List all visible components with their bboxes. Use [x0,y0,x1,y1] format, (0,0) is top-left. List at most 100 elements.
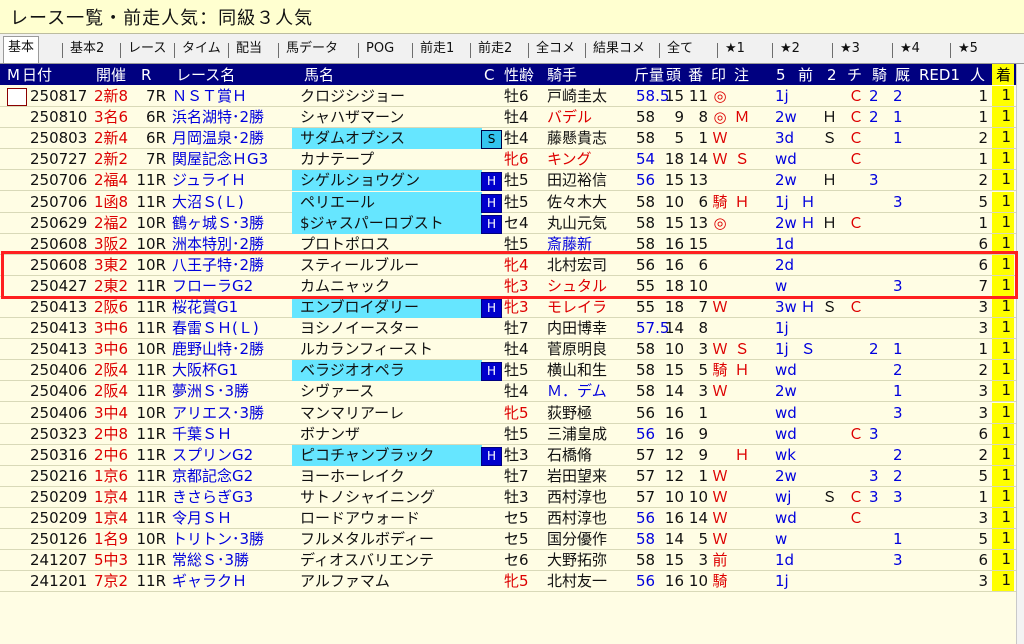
col-header-sex-age[interactable]: 性齢 [504,65,534,85]
heads-cell: 15 [664,361,684,380]
tab-2[interactable]: レース [124,38,170,60]
venue-cell: 1京4 [94,509,129,527]
col5-cell: 1j [775,87,789,105]
tab-4[interactable]: 配当 [232,38,266,60]
table-row[interactable]: 250406 3中4 10R アリエス･3勝 マンマリアーレ 牝5 荻野極 56 16 1 wd 3 3… [0,402,1024,424]
table-row[interactable]: 250803 2新4 6R 月岡温泉･2勝 サダムオプシス S 牡4 藤懸貴志 58 5 1 Ｗ 3d Ｓ… [0,128,1024,150]
col-header-date[interactable]: 日付 [22,65,52,85]
table-row[interactable]: 250727 2新2 7R 関屋記念ＨG3 カナテープ 牝6 キング 54 18 14 Ｗ Ｓwd Ｃ 1… [0,149,1024,171]
mark-cell: Ｗ [712,150,728,169]
horse-name-cell: プロトポロス [300,234,391,253]
race-name-cell: ギャラクＨ [172,572,248,591]
table-row[interactable]: 250216 1京6 11R 京都記念G2 ヨーホーレイク 牡7 岩田望来 57 12 1 Ｗ 2w 3… [0,465,1024,487]
popularity-cell: 2 [978,129,988,148]
horse-name-cell: クロジシジョー [300,87,406,105]
tab-12[interactable]: ★1 [721,38,749,60]
chi-cell [845,466,867,487]
table-row[interactable]: 250706 1函8 11R 大沼Ｓ(Ｌ) ペリエール H 牡5 佐々木大 58 10 6 騎 Ｈ 1j Ｈ… [0,191,1024,213]
table-row[interactable]: 250406 2阪4 11R 大阪杯G1 ベラジオオペラ H 牡5 横山和生 58 15 5 騎 Ｈwd… [0,360,1024,382]
heads-cell: 10 [664,487,684,506]
gate-cell: 6 [698,192,708,211]
table-row[interactable]: 250706 2福4 11R ジュライＨ シゲルショウグン H 牡5 田辺裕信 56 15 13 2w… [0,170,1024,192]
prev-cell [797,170,819,191]
col5-cell: 1j [775,192,789,211]
heads-cell: 12 [664,466,684,485]
prev-cell [797,403,819,424]
col-header-finish[interactable]: 着 [992,64,1014,85]
col-header-5[interactable]: 5 [776,65,786,85]
col-header-jockey[interactable]: 騎手 [547,65,577,85]
col-header-2[interactable]: 2 [827,65,837,85]
table-row[interactable]: 250817 2新8 7R ＮＳＴ賞Ｈ クロジシジョー 牡6 戸崎圭太 58.5 15 11 ◎ 1j… [0,86,1024,107]
gate-cell: 9 [698,445,708,464]
tab-15[interactable]: ★4 [896,38,924,60]
col-header-chi[interactable]: チ [847,65,862,85]
col-header-mark[interactable]: 印 [711,65,726,85]
table-row[interactable]: 250209 1京4 11R 令月ＳＨ ロードアウォード セ5 西村淳也 56 16 14 Ｗwd Ｃ… [0,508,1024,529]
table-row[interactable]: 250413 3中6 11R 春雷ＳＨ(Ｌ) ヨシノイースター 牡7 内田博幸 57.5 14 8… [0,318,1024,340]
col-header-ki[interactable]: 騎 [872,65,887,85]
table-row[interactable]: 250209 1京4 11R きさらぎG3 サトノシャイニング 牡3 西村淳也 57 10 10 Ｗ… [0,486,1024,508]
table-row[interactable]: 250629 2福2 10R 鶴ヶ城Ｓ･3勝 $ジャスパーロブスト H セ4 丸山元気 58 15… [0,212,1024,234]
col-header-c[interactable]: C [484,65,494,85]
table-row[interactable]: 250608 3東2 10R 八王子特･2勝 スティールブルー 牝4 北村宏司 56 16 6 2d… [0,254,1024,276]
popularity-cell: 2 [978,445,988,464]
table-row[interactable]: 250406 2阪4 11R 夢洲Ｓ･3勝 シヴァース 牡4 Ｍ．デム 58 14 3 Ｗ 2w 1 3 1 [0,381,1024,403]
kyu-cell: 3 [893,487,903,506]
table-row[interactable]: 250608 3阪2 10R 洲本特別･2勝 プロトポロス 牡5 斎藤新 58 16 15 1d 6 1 [0,233,1024,255]
tab-16[interactable]: ★5 [954,38,982,60]
heads-cell: 14 [664,319,684,338]
col-header-m[interactable]: M [7,65,20,85]
finish-cell: 1 [992,318,1014,339]
col-header-pop[interactable]: 人 [970,65,985,85]
tab-8[interactable]: 前走2 [474,38,516,60]
table-row[interactable]: 241201 7京2 11R ギャラクＨ アルファマム 牝5 北村友一 56 16 10 騎 1j 3 1 [0,571,1024,593]
col-header-weight[interactable]: 斤量 [634,65,664,85]
sex-age-cell: 牡6 [504,87,529,105]
table-row[interactable]: 250413 3中6 10R 鹿野山特･2勝 ルカランフィースト 牡4 菅原明良 58 10 3 Ｗ… [0,339,1024,361]
table-row[interactable]: 250810 3名6 6R 浜名湖特･2勝 シャハザマーン 牡4 バデル 58 9 8 ◎ Ｍ 2w Ｈ Ｃ… [0,107,1024,129]
gate-cell: 1 [698,403,708,422]
tab-14[interactable]: ★3 [836,38,864,60]
col-header-race-name[interactable]: レース名 [176,65,235,85]
col-header-venue[interactable]: 開催 [96,65,126,85]
kyu-cell: 1 [893,382,903,401]
tab-0[interactable]: 基本 [3,36,40,63]
tab-11[interactable]: 全て [663,38,697,60]
tab-3[interactable]: タイム [178,38,225,60]
tab-5[interactable]: 馬データ [282,38,342,60]
col-header-horse[interactable]: 馬名 [304,65,334,85]
table-row[interactable]: 250427 2東2 11R フローラG2 カムニャック 牝3 シュタル 55 18 10 w 3 7 1 [0,275,1024,297]
col-header-red[interactable]: RED1 [919,65,960,85]
tab-9[interactable]: 全コメ [532,38,579,60]
col-header-prev[interactable]: 前 [798,65,813,85]
col-header-heads[interactable]: 頭 [666,65,681,85]
table-row[interactable]: 241207 5中3 11R 常総Ｓ･3勝 ディオスバリエンテ セ6 大野拓弥 58 15 3 前 1… [0,550,1024,572]
jockey-cell: 内田博幸 [547,319,608,338]
table-row[interactable]: 250413 2阪6 11R 桜花賞G1 エンブロイダリー H 牝3 モレイラ 55 18 7 Ｗ 3w… [0,297,1024,318]
tab-1[interactable]: 基本2 [66,38,108,60]
row-mark-checkbox[interactable] [7,88,27,106]
race-number-cell: 11R [136,361,166,380]
table-row[interactable]: 250316 2中6 11R スプリンG2 ピコチャンブラック H 牡3 石橋脩 57 12 9 Ｈw… [0,444,1024,466]
tab-7[interactable]: 前走1 [416,38,458,60]
race-name-cell: 桜花賞G1 [172,298,239,316]
vertical-scrollbar[interactable] [1016,64,1024,644]
col-header-kyu[interactable]: 厩 [895,65,910,85]
race-number-cell: 11R [136,509,166,527]
table-row[interactable]: 250323 2中8 11R 千葉ＳＨ ボナンザ 牡5 三浦皇成 56 16 9 wd Ｃ 3 6 1 [0,423,1024,445]
race-name-cell: 鶴ヶ城Ｓ･3勝 [172,213,265,232]
table-row[interactable]: 250126 1名9 10R トリトン･3勝 フルメタルボディー セ5 国分優作 58 14 5 Ｗ… [0,529,1024,551]
col-header-race-no[interactable]: R [141,65,151,85]
tab-13[interactable]: ★2 [776,38,804,60]
tab-10[interactable]: 結果コメ [589,38,649,60]
jockey-cell: 田辺裕信 [547,171,608,190]
prev-cell: Ｈ [800,298,816,316]
prev-cell: Ｈ [800,192,816,211]
tab-6[interactable]: POG [362,38,398,60]
date-cell: 250706 [30,192,88,211]
race-name-cell: 八王子特･2勝 [172,255,265,274]
date-cell: 250323 [30,424,88,443]
col-header-gate[interactable]: 番 [688,65,703,85]
col-header-note[interactable]: 注 [734,65,749,85]
